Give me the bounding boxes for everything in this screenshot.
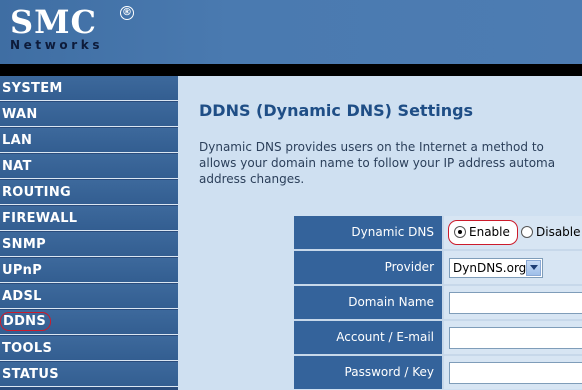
password-label: Password / Key: [294, 356, 444, 389]
sidebar-item-upnp[interactable]: UPnP: [0, 258, 178, 283]
account-label: Account / E-mail: [294, 321, 444, 354]
enable-radio-label[interactable]: Enable: [469, 225, 510, 239]
password-field: [444, 356, 582, 389]
sidebar-item-wan[interactable]: WAN: [0, 102, 178, 127]
dynamic-dns-field: Enable Disable: [444, 216, 582, 249]
radio-selected-dot-icon: [458, 230, 462, 234]
provider-label: Provider: [294, 251, 444, 284]
sidebar-item-label: WAN: [2, 107, 38, 122]
sidebar-item-label: ADSL: [2, 289, 42, 304]
sidebar-item-label: SYSTEM: [2, 81, 63, 96]
sidebar-item-label: FIREWALL: [2, 211, 78, 226]
header-divider: [0, 64, 582, 76]
description-line: allows your domain name to follow your I…: [199, 156, 556, 170]
account-field: [444, 321, 582, 354]
sidebar-item-lan[interactable]: LAN: [0, 128, 178, 153]
sidebar-item-adsl[interactable]: ADSL: [0, 284, 178, 309]
sidebar-nav: SYSTEM WAN LAN NAT ROUTING FIREWALL SNMP…: [0, 76, 178, 390]
logo-sub-text: Networks: [10, 38, 104, 52]
sidebar-item-nat[interactable]: NAT: [0, 154, 178, 179]
sidebar-item-routing[interactable]: ROUTING: [0, 180, 178, 205]
domain-name-field: [444, 286, 582, 319]
sidebar-item-snmp[interactable]: SNMP: [0, 232, 178, 257]
sidebar-item-ddns[interactable]: DDNS: [0, 310, 178, 335]
sidebar-item-tools[interactable]: TOOLS: [0, 336, 178, 361]
provider-field: DynDNS.org: [444, 251, 582, 284]
page-description: Dynamic DNS provides users on the Intern…: [199, 139, 582, 187]
domain-name-row: Domain Name: [294, 286, 582, 319]
header-banner: SMC ® Networks: [0, 0, 582, 64]
sidebar-item-label: ROUTING: [2, 185, 71, 200]
chevron-down-icon[interactable]: [526, 260, 541, 276]
smc-logo: SMC ® Networks: [10, 3, 134, 52]
sidebar-item-firewall[interactable]: FIREWALL: [0, 206, 178, 231]
logo-main-text: SMC: [10, 3, 97, 41]
description-line: address changes.: [199, 172, 305, 186]
provider-select[interactable]: DynDNS.org: [449, 258, 543, 278]
provider-row: Provider DynDNS.org: [294, 251, 582, 284]
provider-selected-value: DynDNS.org: [453, 261, 527, 275]
sidebar-item-system[interactable]: SYSTEM: [0, 76, 178, 101]
ddns-settings-form: Dynamic DNS Enable Disable Provider DynD…: [294, 216, 582, 390]
description-line: Dynamic DNS provides users on the Intern…: [199, 140, 544, 154]
domain-name-input[interactable]: [449, 292, 582, 314]
registered-mark-icon: ®: [120, 6, 134, 20]
password-row: Password / Key: [294, 356, 582, 389]
disable-radio[interactable]: [521, 226, 533, 238]
account-email-input[interactable]: [449, 327, 582, 349]
sidebar-item-label: SNMP: [2, 237, 46, 252]
sidebar-item-label: LAN: [2, 133, 33, 148]
sidebar-item-label: NAT: [2, 159, 32, 174]
page-title: DDNS (Dynamic DNS) Settings: [199, 101, 474, 120]
dynamic-dns-label: Dynamic DNS: [294, 216, 444, 249]
dynamic-dns-row: Dynamic DNS Enable Disable: [294, 216, 582, 249]
password-key-input[interactable]: [449, 362, 582, 384]
disable-radio-label[interactable]: Disable: [536, 225, 581, 239]
sidebar-item-label: UPnP: [2, 263, 43, 278]
sidebar-item-label: TOOLS: [2, 341, 53, 356]
sidebar-item-status[interactable]: STATUS: [0, 362, 178, 387]
enable-radio[interactable]: [454, 226, 466, 238]
domain-name-label: Domain Name: [294, 286, 444, 319]
account-row: Account / E-mail: [294, 321, 582, 354]
sidebar-item-label: DDNS: [0, 312, 52, 331]
sidebar-item-label: STATUS: [2, 367, 59, 382]
